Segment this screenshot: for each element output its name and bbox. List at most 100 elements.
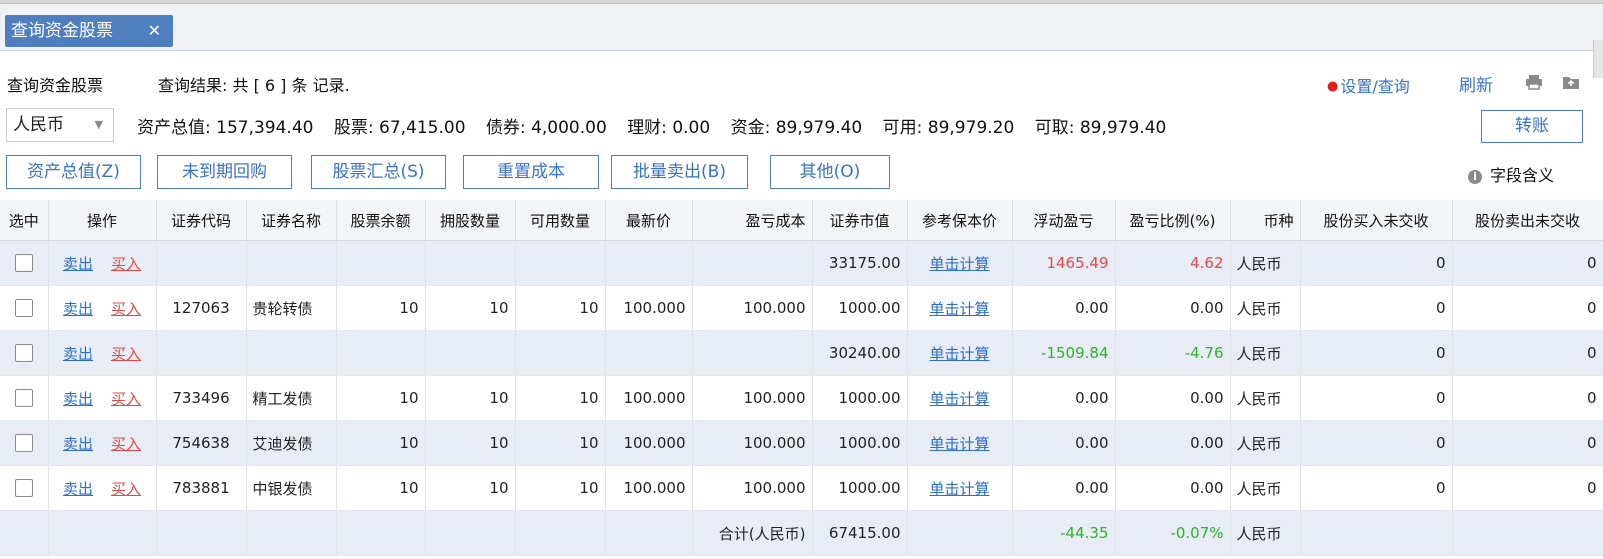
info-icon: i — [1468, 170, 1482, 184]
stock-summary-button[interactable]: 股票汇总(S) — [311, 155, 446, 189]
refresh-link[interactable]: 刷新 — [1459, 71, 1493, 96]
cell-available — [515, 330, 606, 376]
holdings-table: 选中 操作 证券代码 证券名称 股票余额 拥股数量 可用数量 最新价 盈亏成本 … — [0, 200, 1603, 556]
cell-breakeven[interactable]: 单击计算 — [907, 465, 1013, 511]
cell-code: 754638 — [156, 420, 247, 466]
buy-link[interactable]: 买入 — [111, 345, 141, 363]
close-icon[interactable]: ✕ — [148, 15, 161, 47]
cell-balance — [336, 240, 426, 286]
total-assets-button[interactable]: 资产总值(Z) — [6, 155, 141, 189]
transfer-button[interactable]: 转账 — [1481, 110, 1583, 143]
empty-cell — [1452, 510, 1603, 556]
col-header-balance[interactable]: 股票余额 — [336, 200, 426, 241]
table-row[interactable]: 卖出 买入 127063 贵轮转债 10 10 10 100.000 100.000 1000.0… — [0, 285, 1603, 331]
row-checkbox[interactable] — [14, 344, 33, 363]
col-header-sell-unsettled[interactable]: 股份卖出未交收 — [1452, 200, 1603, 241]
col-header-action[interactable]: 操作 — [48, 200, 157, 241]
cell-name — [246, 330, 337, 376]
sell-link[interactable]: 卖出 — [63, 390, 93, 408]
cell-buy-unsettled: 0 — [1300, 465, 1453, 511]
stocks-value: 股票: 67,415.00 — [333, 118, 466, 138]
red-dot-icon: ● — [1327, 79, 1339, 94]
cell-balance: 10 — [336, 465, 426, 511]
currency-select[interactable]: 人民币 ▼ — [6, 108, 114, 142]
cell-price — [605, 330, 693, 376]
action-cell: 卖出 买入 — [48, 240, 157, 286]
cell-pnl: 0.00 — [1012, 420, 1116, 466]
funds-value: 资金: 89,979.40 — [730, 118, 863, 138]
sell-link[interactable]: 卖出 — [63, 345, 93, 363]
cell-buy-unsettled: 0 — [1300, 285, 1453, 331]
total-pnl: -44.35 — [1012, 510, 1116, 556]
col-header-market-value[interactable]: 证券市值 — [812, 200, 908, 241]
cell-held: 10 — [425, 375, 516, 421]
unexpired-repo-button[interactable]: 未到期回购 — [157, 155, 292, 189]
cell-held — [425, 330, 516, 376]
col-header-pnl[interactable]: 浮动盈亏 — [1012, 200, 1116, 241]
sell-link[interactable]: 卖出 — [63, 255, 93, 273]
buy-link[interactable]: 买入 — [111, 390, 141, 408]
buy-link[interactable]: 买入 — [111, 435, 141, 453]
sell-link[interactable]: 卖出 — [63, 480, 93, 498]
printer-icon[interactable] — [1525, 74, 1543, 90]
col-header-price[interactable]: 最新价 — [605, 200, 693, 241]
col-header-currency[interactable]: 币种 — [1230, 200, 1301, 241]
table-row[interactable]: 卖出 买入 30240.00 单击计算 -1509.84 -4.76 人民币 0 0 — [0, 330, 1603, 376]
row-checkbox[interactable] — [14, 479, 33, 498]
cell-balance: 10 — [336, 420, 426, 466]
buy-link[interactable]: 买入 — [111, 480, 141, 498]
cell-pnl-pct: 4.62 — [1115, 240, 1231, 286]
other-button[interactable]: 其他(O) — [770, 155, 890, 189]
table-row[interactable]: 卖出 买入 33175.00 单击计算 1465.49 4.62 人民币 0 0 — [0, 240, 1603, 286]
select-cell — [0, 375, 49, 421]
reset-cost-button[interactable]: 重置成本 — [463, 155, 599, 189]
row-checkbox[interactable] — [14, 254, 33, 273]
cell-market-value: 33175.00 — [812, 240, 908, 286]
cell-pnl: 0.00 — [1012, 465, 1116, 511]
cell-name: 精工发债 — [246, 375, 337, 421]
account-summary-bar: 人民币 ▼ 资产总值: 157,394.40 股票: 67,415.00 债券:… — [0, 108, 1603, 144]
cell-breakeven[interactable]: 单击计算 — [907, 420, 1013, 466]
cell-breakeven[interactable]: 单击计算 — [907, 285, 1013, 331]
cell-market-value: 1000.00 — [812, 420, 908, 466]
row-checkbox[interactable] — [14, 299, 33, 318]
col-header-held[interactable]: 拥股数量 — [425, 200, 516, 241]
col-header-cost[interactable]: 盈亏成本 — [692, 200, 813, 241]
col-header-select[interactable]: 选中 — [0, 200, 49, 241]
export-folder-icon[interactable] — [1562, 74, 1580, 90]
empty-cell — [246, 510, 337, 556]
buy-link[interactable]: 买入 — [111, 300, 141, 318]
table-row[interactable]: 卖出 买入 783881 中银发债 10 10 10 100.000 100.000 1000.0… — [0, 465, 1603, 511]
field-help-link[interactable]: i 字段含义 — [1468, 162, 1554, 186]
row-checkbox[interactable] — [14, 434, 33, 453]
batch-sell-button[interactable]: 批量卖出(B) — [611, 155, 748, 189]
col-header-buy-unsettled[interactable]: 股份买入未交收 — [1300, 200, 1453, 241]
cell-price — [605, 240, 693, 286]
action-cell: 卖出 买入 — [48, 375, 157, 421]
empty-cell — [1300, 510, 1453, 556]
cell-breakeven[interactable]: 单击计算 — [907, 330, 1013, 376]
buy-link[interactable]: 买入 — [111, 255, 141, 273]
sell-link[interactable]: 卖出 — [63, 300, 93, 318]
cell-held: 10 — [425, 285, 516, 331]
col-header-code[interactable]: 证券代码 — [156, 200, 247, 241]
table-row[interactable]: 卖出 买入 754638 艾迪发债 10 10 10 100.000 100.000 1000.0… — [0, 420, 1603, 466]
wealth-value: 理财: 0.00 — [627, 118, 711, 138]
sell-link[interactable]: 卖出 — [63, 435, 93, 453]
row-checkbox[interactable] — [14, 389, 33, 408]
col-header-pnl-pct[interactable]: 盈亏比例(%) — [1115, 200, 1231, 241]
cell-breakeven[interactable]: 单击计算 — [907, 240, 1013, 286]
cell-pnl: 1465.49 — [1012, 240, 1116, 286]
total-assets-value: 资产总值: 157,394.40 — [137, 118, 314, 138]
cell-buy-unsettled: 0 — [1300, 330, 1453, 376]
total-pnl-pct: -0.07% — [1115, 510, 1231, 556]
cell-breakeven[interactable]: 单击计算 — [907, 375, 1013, 421]
col-header-available[interactable]: 可用数量 — [515, 200, 606, 241]
settings-query-link[interactable]: ● 设置/查询 — [1327, 73, 1410, 97]
cell-price: 100.000 — [605, 465, 693, 511]
cell-cost: 100.000 — [692, 285, 813, 331]
col-header-name[interactable]: 证券名称 — [246, 200, 337, 241]
col-header-breakeven[interactable]: 参考保本价 — [907, 200, 1013, 241]
table-row[interactable]: 卖出 买入 733496 精工发债 10 10 10 100.000 100.000 1000.0… — [0, 375, 1603, 421]
tab-query-funds-stocks[interactable]: 查询资金股票 ✕ — [5, 15, 173, 47]
